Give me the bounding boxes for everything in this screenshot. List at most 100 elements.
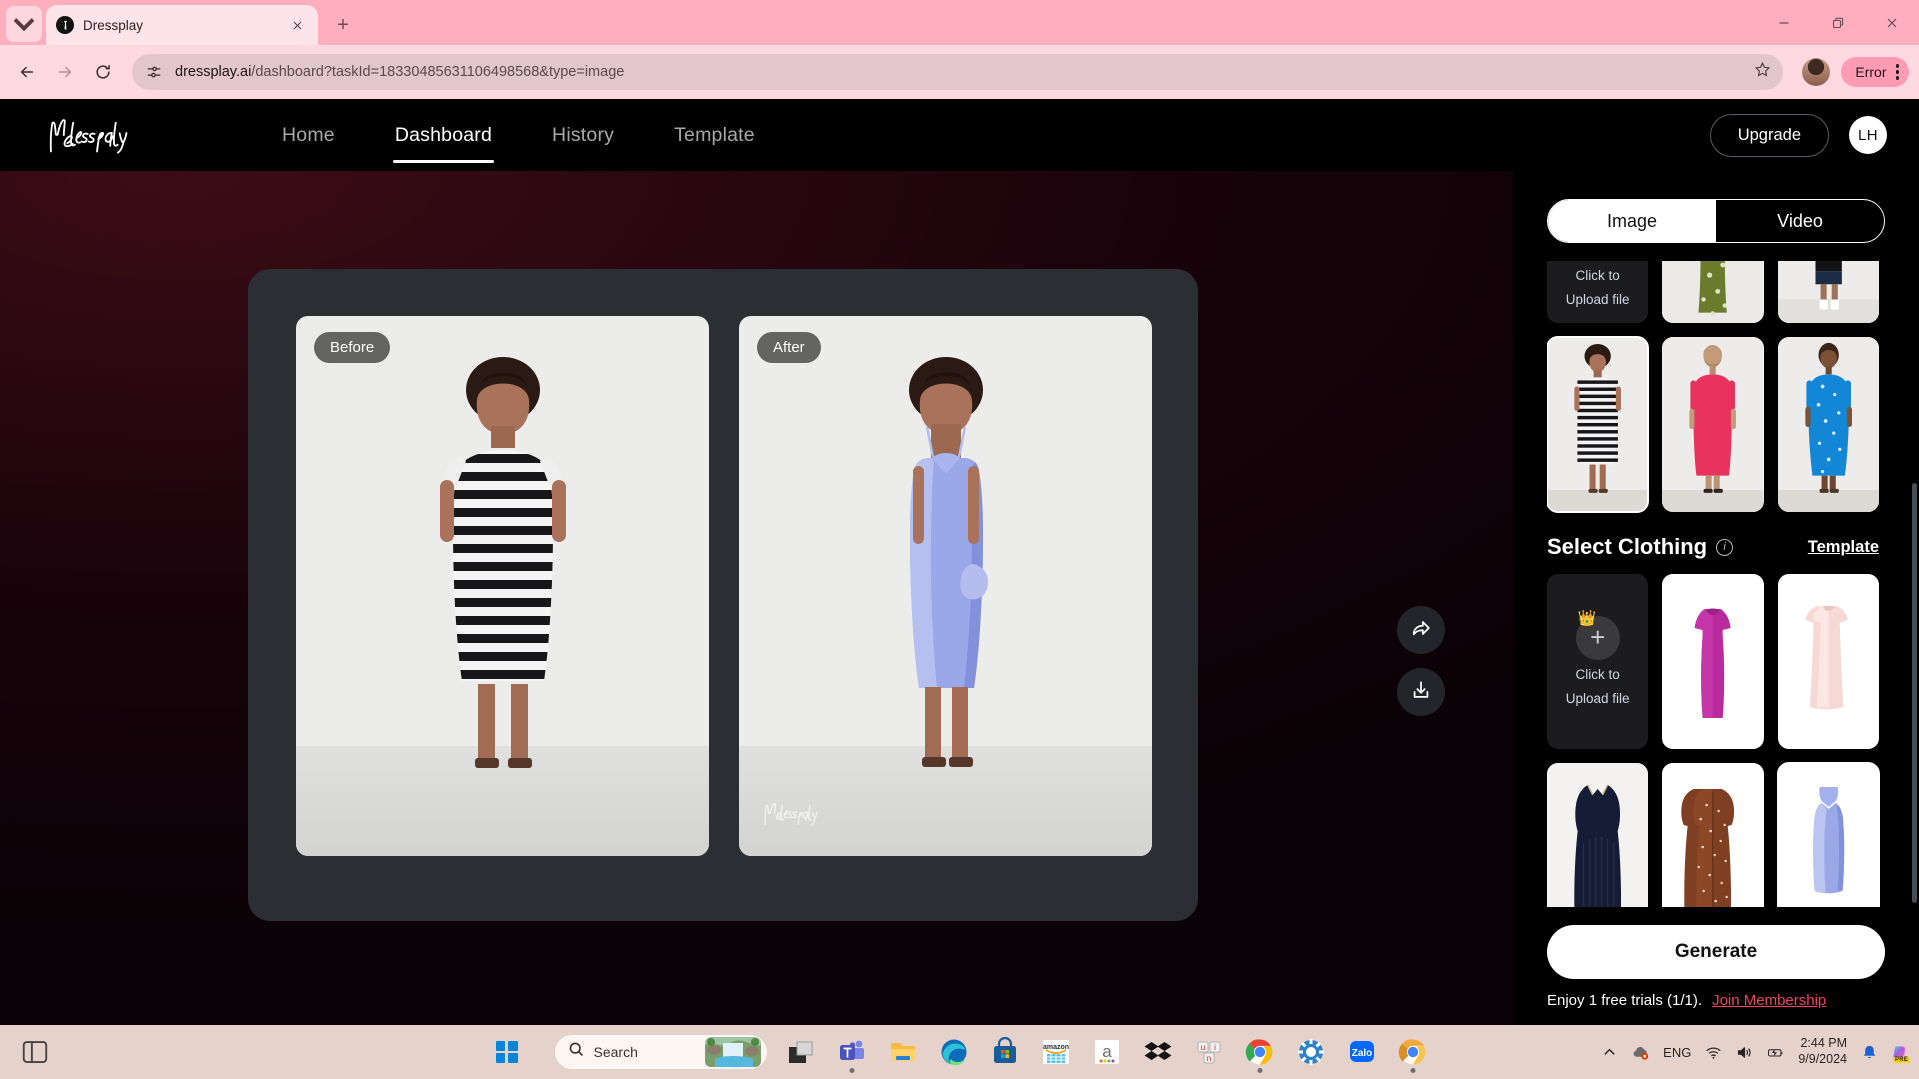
model-thumb-black-navy[interactable] [1777, 261, 1879, 323]
model-upload-tile[interactable]: + Click to Upload file [1547, 261, 1649, 323]
after-badge: After [757, 332, 821, 363]
unikey-icon[interactable]: u in [1192, 1035, 1226, 1069]
tab-image[interactable]: Image [1548, 200, 1716, 242]
running-indicator [1257, 1068, 1262, 1073]
clock-time: 2:44 PM [1800, 1036, 1847, 1051]
restore-icon[interactable] [1811, 0, 1865, 45]
clothing-thumb-blush-pink[interactable] [1777, 574, 1879, 749]
mode-toggle: Image Video [1547, 199, 1885, 243]
blush-pink-shift-dress [1778, 574, 1879, 749]
user-avatar[interactable]: LH [1849, 116, 1887, 154]
file-explorer-icon[interactable] [886, 1035, 920, 1069]
volume-icon[interactable] [1736, 1044, 1753, 1061]
clock[interactable]: 2:44 PM 9/9/2024 [1798, 1036, 1847, 1067]
result-action-buttons [1397, 606, 1445, 716]
clothing-upload-tile[interactable]: 👑 + Click to Upload file [1547, 574, 1649, 749]
language-indicator[interactable]: ENG [1663, 1045, 1691, 1060]
trial-status: Enjoy 1 free trials (1/1). Join Membersh… [1547, 992, 1885, 1009]
address-bar-url: dressplay.ai/dashboard?taskId=1833048563… [175, 64, 625, 80]
close-icon[interactable] [286, 14, 308, 36]
section-title: Select Clothing [1547, 534, 1708, 559]
panel-scroll-area[interactable]: + Click to Upload file [1547, 261, 1885, 907]
browser-toolbar: dressplay.ai/dashboard?taskId=1833048563… [0, 45, 1919, 99]
download-icon [1410, 679, 1432, 706]
info-icon[interactable]: i [1716, 538, 1734, 556]
settings-icon[interactable] [1294, 1035, 1328, 1069]
before-image[interactable]: Before [296, 316, 709, 856]
wifi-icon[interactable] [1705, 1044, 1722, 1061]
svg-text:i: i [1214, 1043, 1216, 1052]
battery-charging-icon[interactable] [1767, 1044, 1784, 1061]
close-icon[interactable] [1865, 0, 1919, 45]
model-thumb-blue-floral[interactable] [1777, 337, 1879, 512]
nav-item-home[interactable]: Home [252, 99, 365, 171]
clothing-thumb-magenta[interactable] [1662, 574, 1764, 749]
onedrive-error-icon[interactable] [1632, 1044, 1649, 1061]
tab-title: Dressplay [83, 17, 144, 33]
amazon-shopping-icon[interactable]: amazon [1039, 1035, 1073, 1069]
generate-button[interactable]: Generate [1547, 925, 1885, 979]
minimize-icon[interactable] [1757, 0, 1811, 45]
site-settings-icon[interactable] [144, 62, 164, 82]
copilot-pre-icon[interactable]: PRE [1892, 1044, 1911, 1063]
model-thumb-green-floral[interactable] [1662, 261, 1764, 323]
svg-text:n: n [1206, 1054, 1210, 1063]
join-membership-link[interactable]: Join Membership [1712, 992, 1826, 1009]
download-button[interactable] [1397, 668, 1445, 716]
browser-tab-dressplay[interactable]: Dressplay [46, 5, 318, 45]
bell-icon[interactable] [1861, 1044, 1878, 1061]
google-chrome-icon[interactable] [1243, 1035, 1277, 1073]
three-dot-menu-icon[interactable] [1895, 64, 1899, 80]
new-tab-plus-icon[interactable]: + [326, 8, 360, 42]
clothing-thumb-brown-polka[interactable] [1662, 763, 1764, 907]
star-icon[interactable] [1744, 61, 1771, 83]
amazon-app-icon[interactable]: a [1090, 1035, 1124, 1069]
template-link[interactable]: Template [1808, 538, 1879, 557]
task-view-icon[interactable] [784, 1035, 818, 1069]
before-after-pair: Before After [296, 316, 1152, 856]
taskbar-search[interactable]: Search [554, 1035, 767, 1069]
back-arrow-icon[interactable] [10, 55, 44, 89]
chevron-up-icon[interactable] [1601, 1044, 1618, 1061]
scrollbar-thumb[interactable] [1912, 483, 1917, 903]
widgets-icon[interactable] [18, 1035, 52, 1069]
forward-arrow-icon[interactable] [48, 55, 82, 89]
clothing-grid: 👑 + Click to Upload file [1547, 574, 1881, 907]
panel-scrollbar[interactable] [1912, 271, 1917, 907]
model-thumb-pink-dress[interactable] [1662, 337, 1764, 512]
svg-text:a: a [1102, 1042, 1112, 1061]
microsoft-store-icon[interactable] [988, 1035, 1022, 1069]
clothing-upload-line2: Upload file [1565, 690, 1630, 706]
options-panel: Image Video + Click to Upload file [1513, 171, 1919, 1025]
share-button[interactable] [1397, 606, 1445, 654]
tab-search-chevron-down-icon[interactable] [6, 6, 42, 42]
app-nav-right: Upgrade LH [1709, 113, 1887, 157]
navy-pleated-dress [1547, 763, 1648, 907]
dropbox-icon[interactable] [1141, 1035, 1175, 1069]
address-bar[interactable]: dressplay.ai/dashboard?taskId=1833048563… [132, 54, 1784, 90]
reload-icon[interactable] [86, 55, 120, 89]
error-badge[interactable]: Error [1841, 57, 1909, 87]
dressplay-watermark [761, 801, 865, 832]
microsoft-edge-icon[interactable] [937, 1035, 971, 1069]
magenta-tshirt-dress [1662, 574, 1763, 749]
panel-footer: Generate Enjoy 1 free trials (1/1). Join… [1547, 907, 1885, 1025]
chrome-canary-icon[interactable] [1396, 1035, 1430, 1073]
nav-item-template[interactable]: Template [644, 99, 785, 171]
nav-item-history[interactable]: History [522, 99, 644, 171]
model-upload-line1: Click to [1575, 268, 1620, 284]
upgrade-button[interactable]: Upgrade [1709, 113, 1829, 157]
clothing-thumb-lilac-selected[interactable] [1776, 762, 1881, 907]
windows-start-icon[interactable] [490, 1035, 524, 1069]
zalo-icon[interactable]: Zalo [1345, 1035, 1379, 1069]
nav-item-dashboard[interactable]: Dashboard [365, 99, 522, 171]
microsoft-teams-icon[interactable] [835, 1035, 869, 1073]
model-thumb-striped-selected[interactable] [1547, 336, 1650, 513]
after-image[interactable]: After [739, 316, 1152, 856]
profile-avatar[interactable] [1802, 58, 1831, 86]
tab-video[interactable]: Video [1716, 200, 1884, 242]
dressplay-logo[interactable] [44, 115, 194, 155]
waterfall-thumbnail[interactable] [704, 1037, 761, 1067]
clothing-thumb-navy-pleated[interactable] [1547, 763, 1649, 907]
search-placeholder: Search [593, 1044, 638, 1060]
